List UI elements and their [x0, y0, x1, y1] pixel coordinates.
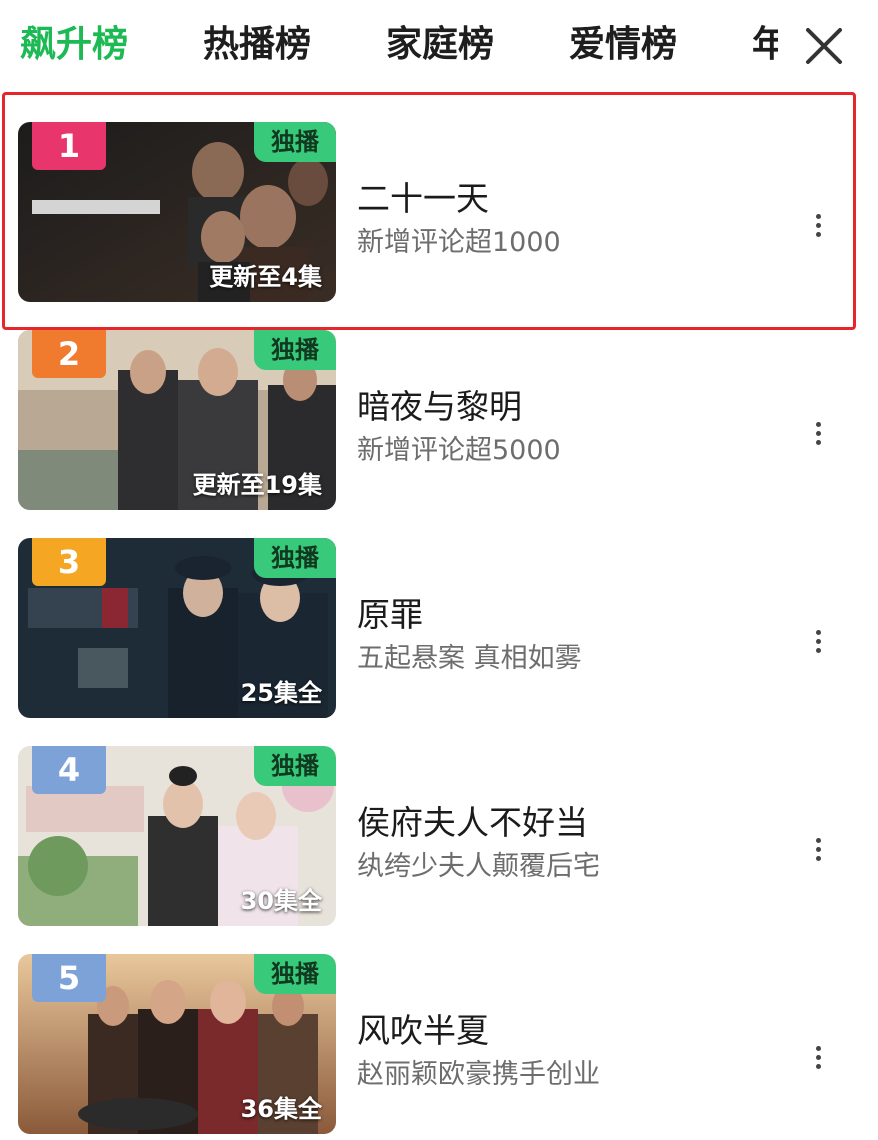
more-dots-icon	[815, 838, 821, 843]
list-item[interactable]: 5 独播 36集全 风吹半夏 赵丽颖欧豪携手创业	[0, 924, 878, 1134]
rank-badge: 5	[32, 954, 106, 1002]
episode-count: 30集全	[240, 887, 322, 915]
poster-thumbnail[interactable]: 3 独播 25集全	[18, 538, 336, 718]
tab-romance[interactable]: 爱情榜	[569, 20, 677, 70]
tab-family[interactable]: 家庭榜	[386, 20, 494, 70]
show-subtitle: 赵丽颖欧豪携手创业	[357, 1059, 600, 1090]
episode-count: 更新至4集	[209, 263, 322, 291]
exclusive-tag: 独播	[254, 122, 336, 162]
rank-badge: 1	[32, 122, 106, 170]
show-title[interactable]: 风吹半夏	[357, 1004, 489, 1052]
more-dots-icon	[815, 1046, 821, 1051]
exclusive-tag: 独播	[254, 330, 336, 370]
list-item[interactable]: 2 独播 更新至19集 暗夜与黎明 新增评论超5000	[0, 300, 878, 510]
rank-badge: 3	[32, 538, 106, 586]
more-options-button[interactable]	[803, 418, 833, 458]
show-title[interactable]: 侯府夫人不好当	[357, 796, 588, 844]
show-title[interactable]: 二十一天	[357, 172, 489, 220]
episode-count: 25集全	[240, 679, 322, 707]
show-subtitle: 纨绔少夫人颠覆后宅	[357, 851, 600, 882]
show-subtitle: 五起悬案 真相如雾	[357, 643, 582, 674]
tab-hot[interactable]: 热播榜	[203, 20, 311, 70]
show-title[interactable]: 暗夜与黎明	[357, 380, 522, 428]
tab-bar: 飙升榜 热播榜 家庭榜 爱情榜 年	[0, 0, 878, 92]
show-subtitle: 新增评论超5000	[357, 435, 561, 466]
poster-thumbnail[interactable]: 1 独播 更新至4集	[18, 122, 336, 302]
more-options-button[interactable]	[803, 210, 833, 250]
episode-count: 更新至19集	[192, 471, 322, 499]
more-options-button[interactable]	[803, 834, 833, 874]
more-dots-icon	[815, 630, 821, 635]
poster-thumbnail[interactable]: 5 独播 36集全	[18, 954, 336, 1134]
more-options-button[interactable]	[803, 626, 833, 666]
close-icon	[806, 28, 842, 64]
show-subtitle: 新增评论超1000	[357, 227, 561, 258]
episode-count: 36集全	[240, 1095, 322, 1123]
list-item[interactable]: 3 独播 25集全 原罪 五起悬案 真相如雾	[0, 508, 878, 718]
rank-badge: 2	[32, 330, 106, 378]
more-dots-icon	[815, 214, 821, 219]
exclusive-tag: 独播	[254, 538, 336, 578]
poster-thumbnail[interactable]: 2 独播 更新至19集	[18, 330, 336, 510]
show-title[interactable]: 原罪	[357, 588, 423, 636]
rank-badge: 4	[32, 746, 106, 794]
exclusive-tag: 独播	[254, 954, 336, 994]
poster-thumbnail[interactable]: 4 独播 30集全	[18, 746, 336, 926]
list-item[interactable]: 1 独播 更新至4集 二十一天 新增评论超1000	[0, 92, 878, 330]
exclusive-tag: 独播	[254, 746, 336, 786]
tab-soaring[interactable]: 飙升榜	[20, 20, 128, 70]
close-button[interactable]	[800, 22, 848, 70]
list-item[interactable]: 4 独播 30集全 侯府夫人不好当 纨绔少夫人颠覆后宅	[0, 716, 878, 926]
more-dots-icon	[815, 422, 821, 427]
tab-partial[interactable]: 年	[752, 20, 778, 70]
more-options-button[interactable]	[803, 1042, 833, 1082]
